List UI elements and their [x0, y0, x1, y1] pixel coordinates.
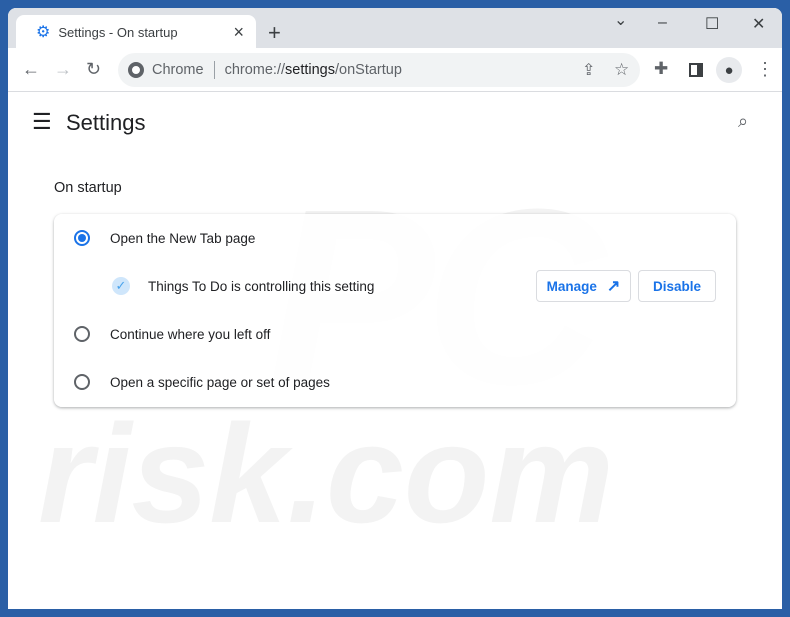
star-icon[interactable]: ☆ [614, 60, 629, 80]
settings-page: PC risk.com ☰ Settings ⌕ On startup Open… [8, 93, 782, 609]
toolbar: ← → ↻ Chrome chrome://settings/onStartup… [8, 48, 782, 92]
minimize-button[interactable]: – [658, 14, 667, 32]
option-label: Open the New Tab page [110, 230, 256, 246]
tab-strip: ⚙ Settings - On startup × + ⌄ – ☐ ✕ [8, 8, 782, 49]
page-title: Settings [66, 110, 146, 135]
extension-icon: ✓ [112, 277, 130, 295]
section-title: On startup [54, 180, 122, 196]
divider [213, 61, 215, 79]
extension-text: Things To Do is controlling this setting [148, 278, 375, 294]
reload-button[interactable]: ↻ [86, 59, 101, 80]
manage-label: Manage [546, 278, 597, 294]
tab-settings[interactable]: ⚙ Settings - On startup × [16, 15, 256, 49]
profile-avatar[interactable]: ● [716, 57, 742, 83]
address-bar[interactable]: Chrome chrome://settings/onStartup ⇪ ☆ [118, 53, 640, 87]
option-label: Open a specific page or set of pages [110, 374, 330, 390]
new-tab-button[interactable]: + [268, 20, 281, 46]
watermark: risk.com [38, 395, 614, 552]
search-icon[interactable]: ⌕ [738, 111, 748, 132]
back-button[interactable]: ← [22, 59, 40, 80]
radio-button[interactable] [74, 326, 90, 342]
hamburger-menu-icon[interactable]: ☰ [32, 109, 52, 135]
extensions-icon[interactable]: ✚ [654, 59, 668, 79]
disable-label: Disable [652, 278, 702, 294]
startup-options-card: Open the New Tab page ✓ Things To Do is … [54, 214, 736, 407]
site-label: Chrome [152, 62, 204, 78]
open-external-icon: ↗ [606, 278, 621, 295]
radio-button[interactable] [74, 230, 90, 246]
browser-window: ⚙ Settings - On startup × + ⌄ – ☐ ✕ ← → … [8, 8, 782, 609]
tab-search-button[interactable]: ⌄ [614, 10, 627, 30]
url-prefix: chrome:// [224, 62, 286, 78]
tab-title: Settings - On startup [58, 24, 178, 40]
manage-button[interactable]: Manage ↗ [536, 270, 631, 302]
extension-control-row: ✓ Things To Do is controlling this setti… [54, 262, 736, 310]
close-window-button[interactable]: ✕ [752, 14, 765, 34]
radio-option-specific-pages[interactable]: Open a specific page or set of pages [54, 358, 736, 406]
url-host: settings [285, 62, 335, 78]
option-label: Continue where you left off [110, 326, 271, 342]
radio-option-new-tab[interactable]: Open the New Tab page [54, 214, 736, 262]
side-panel-icon[interactable] [689, 63, 703, 77]
forward-button[interactable]: → [54, 59, 72, 80]
radio-button[interactable] [74, 374, 90, 390]
disable-button[interactable]: Disable [638, 270, 716, 302]
share-icon[interactable]: ⇪ [582, 60, 595, 80]
chrome-icon [128, 62, 144, 78]
url-path: /onStartup [335, 62, 402, 78]
close-tab-icon[interactable]: × [233, 22, 244, 43]
menu-icon[interactable]: ⋮ [756, 59, 774, 80]
radio-option-continue[interactable]: Continue where you left off [54, 310, 736, 358]
gear-icon: ⚙ [36, 24, 51, 41]
maximize-button[interactable]: ☐ [705, 14, 719, 34]
